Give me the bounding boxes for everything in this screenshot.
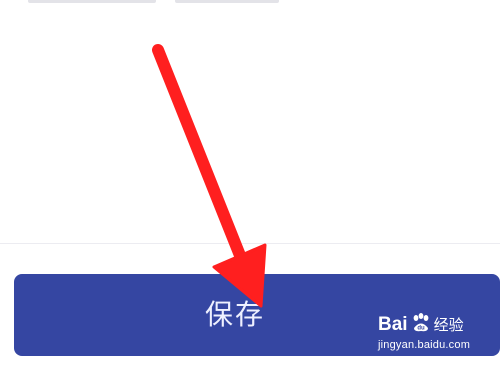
save-button[interactable]: 保存 — [14, 274, 500, 356]
top-field-edge-left — [28, 0, 156, 3]
footer-divider — [0, 243, 500, 244]
save-button-label: 保存 — [204, 298, 265, 331]
top-field-edge-right — [175, 0, 279, 3]
screen: 保存 Bai du 经验 jingyan.baidu.com — [0, 0, 500, 366]
